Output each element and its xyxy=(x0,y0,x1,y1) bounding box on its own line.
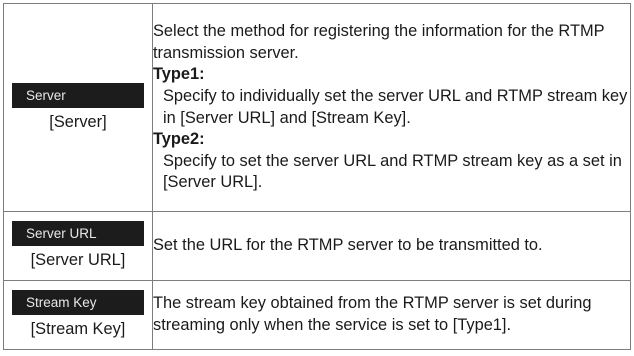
stream-key-description: The stream key obtained from the RTMP se… xyxy=(153,294,592,334)
table-row-server-url: Server URL [Server URL] Set the URL for … xyxy=(3,211,631,281)
type2-heading: Type2: xyxy=(153,130,205,149)
settings-table: Server [Server] Select the method for re… xyxy=(3,3,631,350)
server-intro-text: Select the method for registering the in… xyxy=(153,22,605,62)
setting-name-cell: Server [Server] xyxy=(3,3,153,212)
server-url-bracket-label: [Server URL] xyxy=(30,251,126,269)
setting-description-cell: Set the URL for the RTMP server to be tr… xyxy=(152,211,631,281)
setting-name-cell: Stream Key [Stream Key] xyxy=(3,280,153,350)
setting-description-cell: The stream key obtained from the RTMP se… xyxy=(152,280,631,350)
setting-name-cell: Server URL [Server URL] xyxy=(3,211,153,281)
stream-key-ui-label: Stream Key xyxy=(12,290,144,315)
type1-description: Specify to individually set the server U… xyxy=(163,86,628,127)
stream-key-bracket-label: [Stream Key] xyxy=(30,320,126,338)
table-row-stream-key: Stream Key [Stream Key] The stream key o… xyxy=(3,280,631,350)
server-bracket-label: [Server] xyxy=(49,112,107,131)
setting-description-cell: Select the method for registering the in… xyxy=(152,3,631,212)
type2-description: Specify to set the server URL and RTMP s… xyxy=(163,151,622,192)
server-url-ui-label: Server URL xyxy=(12,221,144,246)
table-row-server: Server [Server] Select the method for re… xyxy=(3,3,631,212)
server-ui-label: Server xyxy=(12,82,144,108)
type1-heading: Type1: xyxy=(153,65,205,84)
server-url-description: Set the URL for the RTMP server to be tr… xyxy=(153,236,543,255)
